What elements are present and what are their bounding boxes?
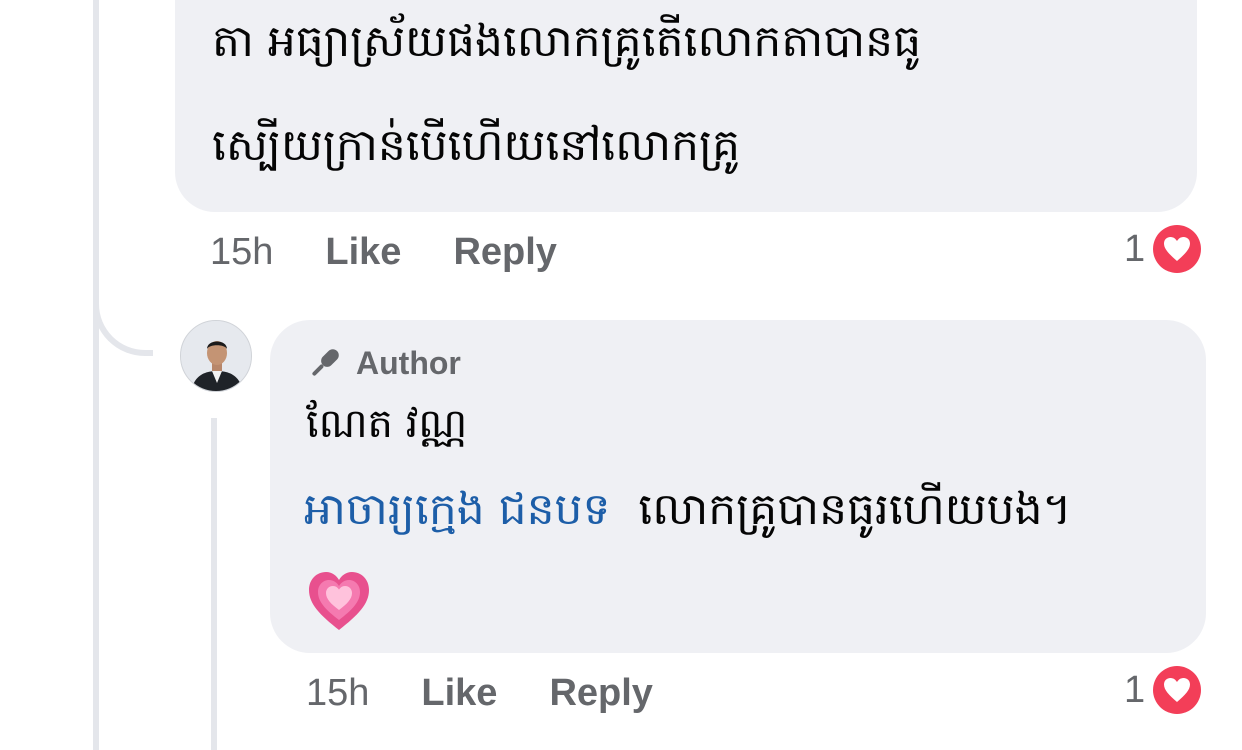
avatar[interactable] — [180, 320, 252, 392]
reaction-count: 1 — [1124, 668, 1146, 711]
comment-text-line: ស្បើយក្រាន់បើហើយនៅលោកគ្រូ — [212, 120, 741, 171]
reply-timestamp[interactable]: 15h — [306, 672, 369, 715]
reply-message: លោកគ្រូបានធូរហើយបង។ — [638, 484, 1072, 535]
reply-text: អាចារ្យក្មេង ជនបទ លោកគ្រូបានធូរហើយបង។ — [304, 480, 1072, 540]
heart-icon — [1153, 225, 1202, 273]
reaction-summary[interactable]: 1 — [1124, 666, 1202, 714]
mention-link[interactable]: អាចារ្យក្មេង ជនបទ — [304, 484, 610, 535]
heart-icon — [1153, 666, 1202, 714]
comment-actions: 15h Like Reply — [210, 230, 557, 274]
author-badge-label: Author — [356, 344, 461, 381]
growing-heart-emoji — [306, 568, 372, 634]
thread-line — [93, 0, 99, 750]
like-button[interactable]: Like — [325, 231, 401, 274]
reply-button[interactable]: Reply — [549, 672, 652, 715]
author-badge: Author — [306, 344, 461, 382]
comments-thread: តា អធ្យាស្រ័យផងលោកគ្រូតើលោកតាបានធូ ស្បើយ… — [0, 0, 1242, 750]
reply-author-name[interactable]: ណែត វណ្ណ — [306, 396, 467, 452]
thread-connector — [93, 240, 153, 356]
comment-timestamp[interactable]: 15h — [210, 231, 273, 274]
reply-thread-line — [211, 418, 217, 750]
reaction-summary[interactable]: 1 — [1124, 225, 1202, 273]
reaction-count: 1 — [1124, 227, 1146, 270]
comment-text-line: តា អធ្យាស្រ័យផងលោកគ្រូតើលោកតាបានធូ — [212, 16, 922, 67]
like-button[interactable]: Like — [421, 672, 497, 715]
microphone-icon — [306, 344, 344, 382]
reply-actions: 15h Like Reply — [306, 671, 653, 715]
reply-button[interactable]: Reply — [453, 231, 556, 274]
